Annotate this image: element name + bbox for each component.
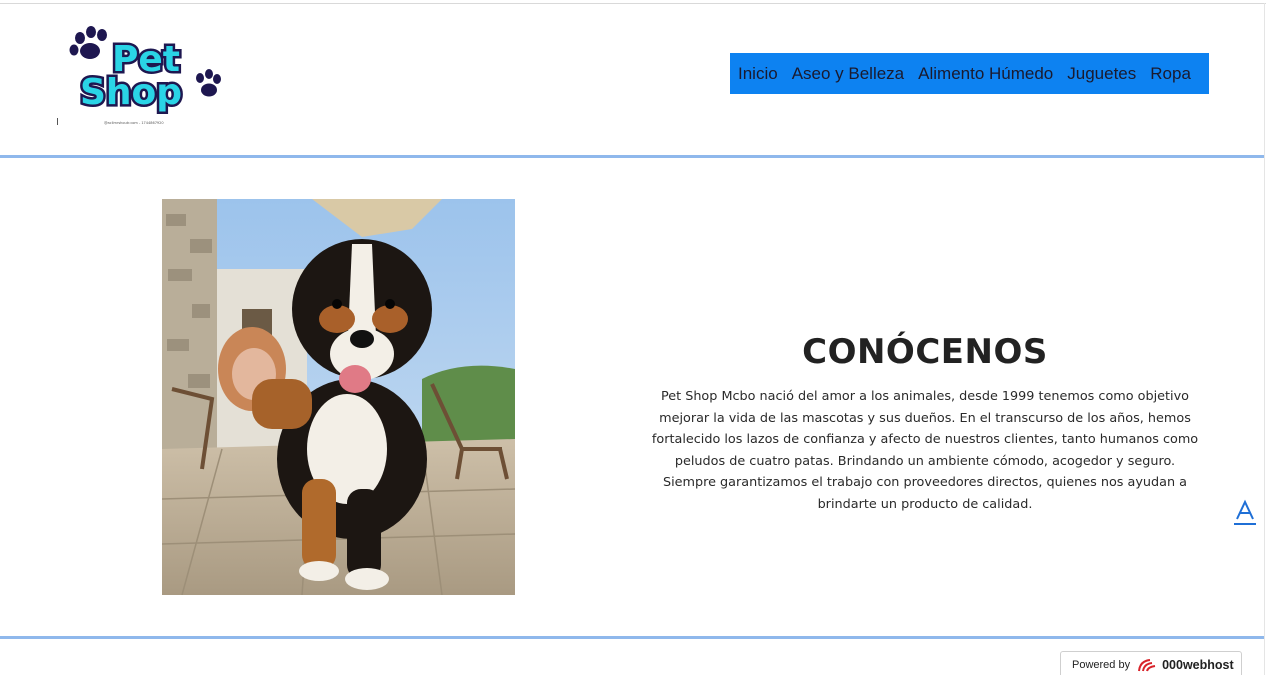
- svg-text:Shop: Shop: [80, 72, 182, 113]
- logo-caption: @acllmrshoutr.com - 1744867920: [104, 121, 164, 125]
- powered-by-label: Powered by: [1072, 659, 1131, 671]
- scroll-to-top-button[interactable]: [1233, 499, 1257, 527]
- nav-item-inicio[interactable]: Inicio: [738, 64, 778, 84]
- nav-item-juguetes[interactable]: Juguetes: [1067, 64, 1136, 84]
- main-navigation: Inicio Aseo y Belleza Alimento Húmedo Ju…: [730, 53, 1209, 94]
- header-divider: [0, 155, 1264, 158]
- about-section: CONÓCENOS Pet Shop Mcbo nació del amor a…: [650, 332, 1200, 515]
- pet-shop-logo[interactable]: Pet Shop: [66, 26, 226, 116]
- logo-caption-divider: [57, 118, 58, 125]
- nav-item-ropa[interactable]: Ropa: [1150, 64, 1191, 84]
- site-header: Pet Shop @acllmrshoutr.com - 1744867920 …: [0, 4, 1264, 155]
- arrow-up-icon: [1234, 499, 1256, 525]
- nav-item-aseo-y-belleza[interactable]: Aseo y Belleza: [792, 64, 904, 84]
- nav-item-alimento-humedo[interactable]: Alimento Húmedo: [918, 64, 1053, 84]
- powered-by-badge[interactable]: Powered by 000webhost: [1060, 651, 1242, 675]
- paw-logo-icon: Pet Shop: [69, 26, 221, 116]
- about-description: Pet Shop Mcbo nació del amor a los anima…: [651, 389, 1199, 512]
- window-right-border: [1264, 3, 1265, 675]
- 000webhost-logo-icon: [1138, 659, 1156, 672]
- brand-name: 000webhost: [1162, 658, 1234, 672]
- puppy-photo: [162, 199, 515, 595]
- about-title: CONÓCENOS: [802, 332, 1048, 372]
- footer-divider: [0, 636, 1264, 639]
